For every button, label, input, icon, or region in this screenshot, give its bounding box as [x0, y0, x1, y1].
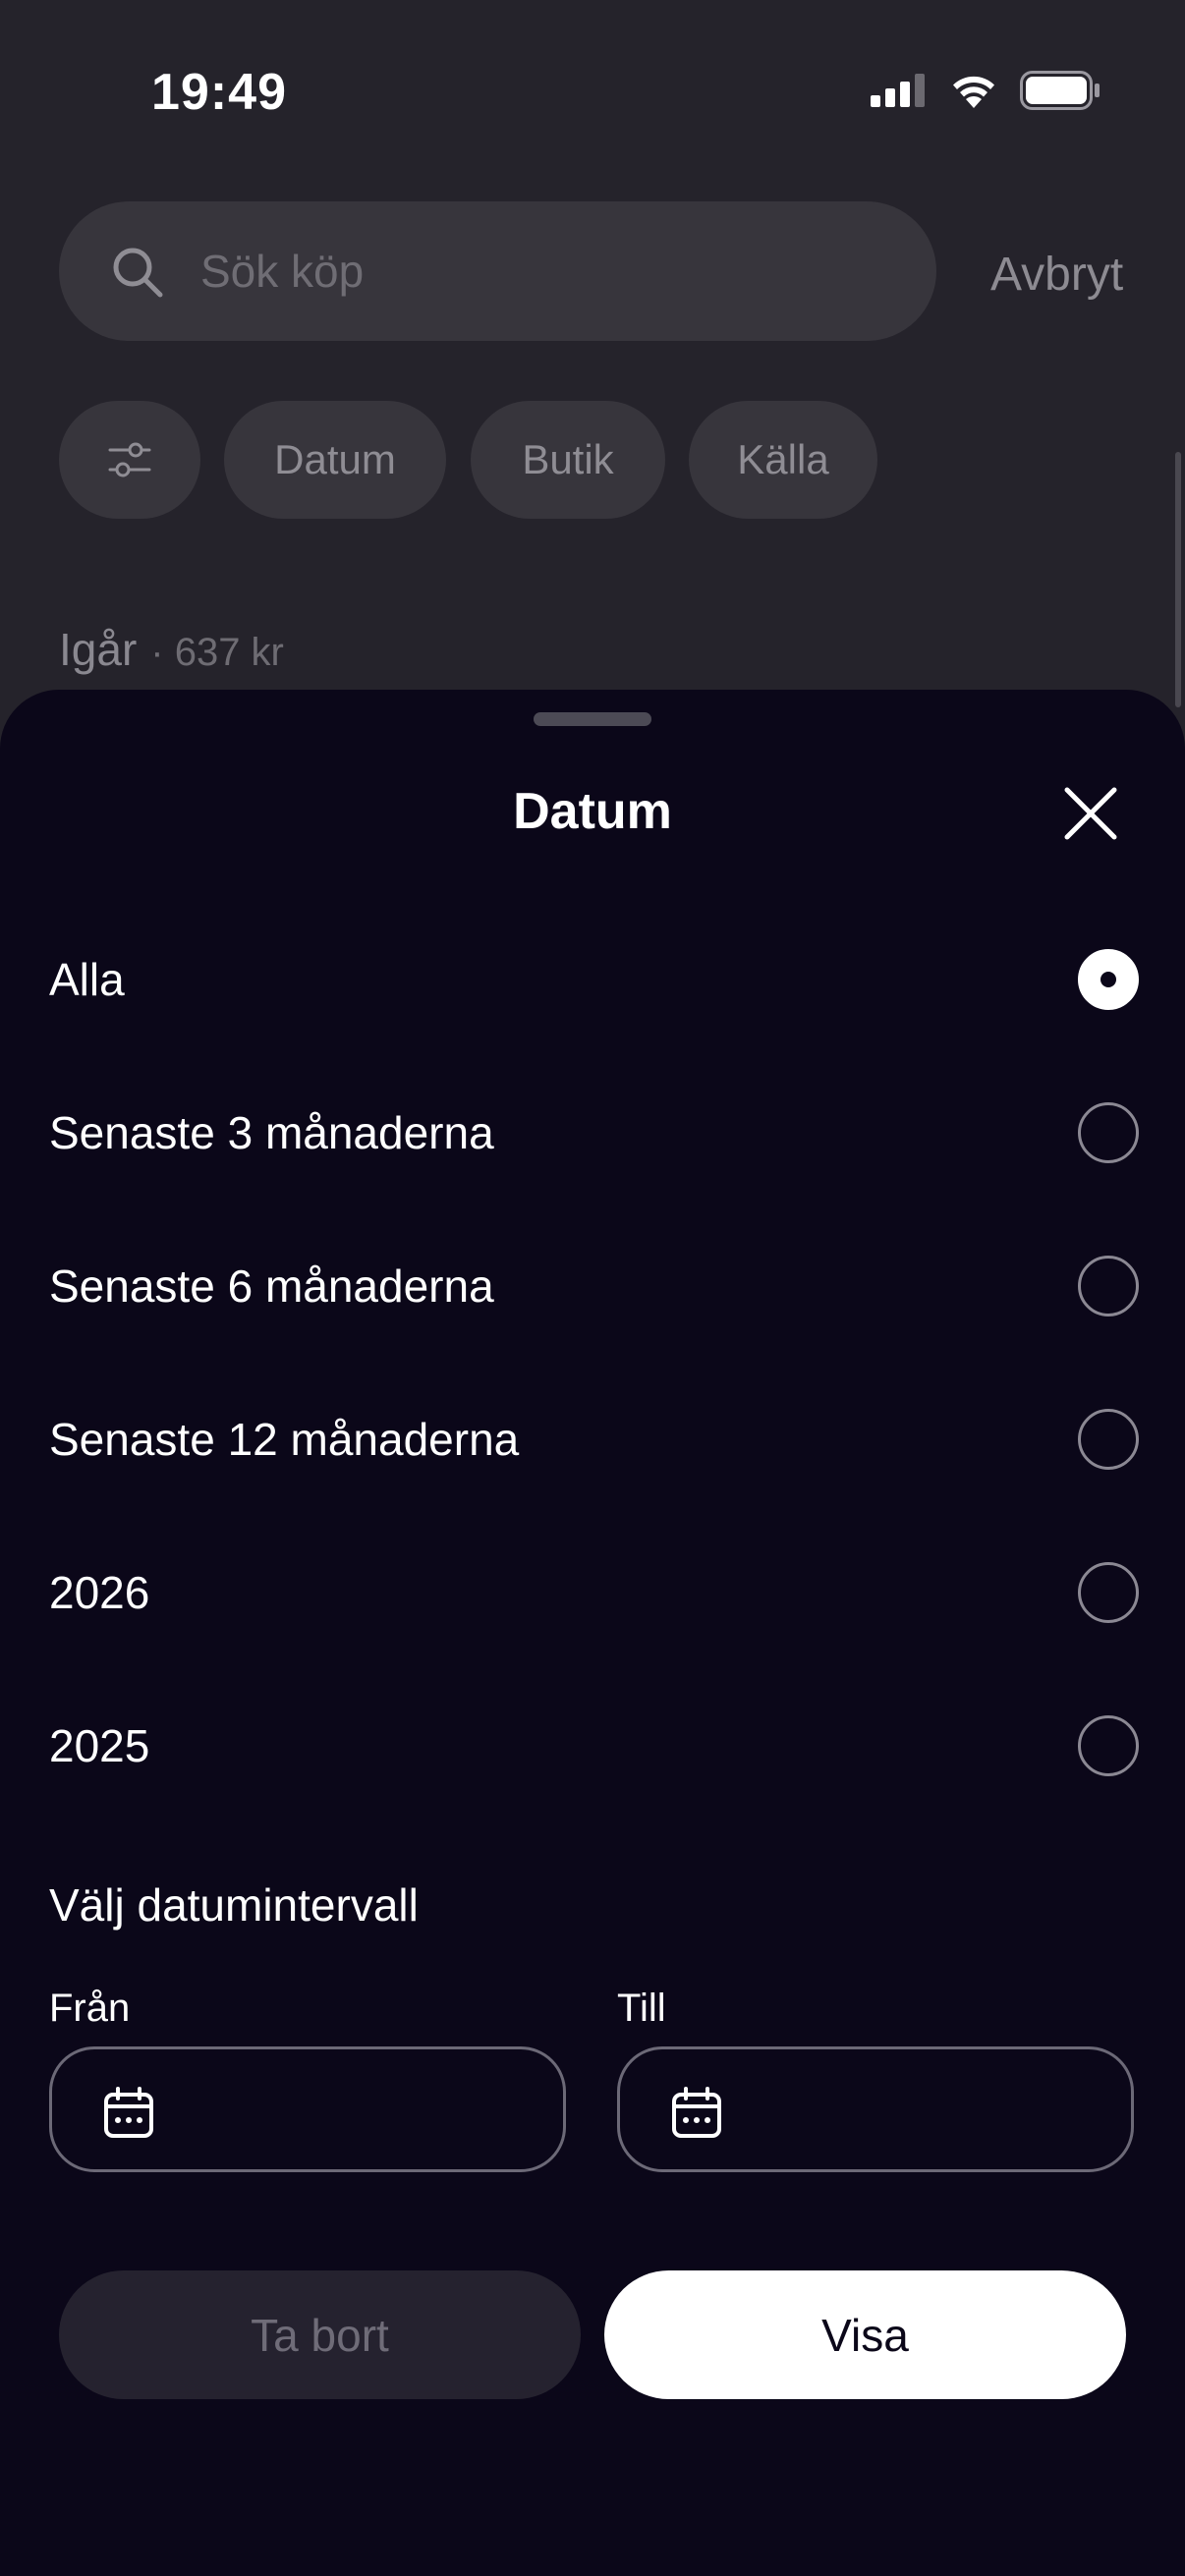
option-label: Senaste 3 månaderna	[49, 1107, 494, 1158]
option-label: Senaste 12 månaderna	[49, 1414, 520, 1465]
date-option-2026[interactable]: 2026	[0, 1516, 1185, 1669]
to-label: Till	[617, 1987, 666, 2030]
show-button[interactable]: Visa	[604, 2270, 1126, 2399]
remove-button[interactable]: Ta bort	[59, 2270, 581, 2399]
date-option-2025[interactable]: 2025	[0, 1669, 1185, 1822]
cellular-signal-icon	[871, 74, 925, 107]
chip-kalla[interactable]: Källa	[689, 401, 877, 519]
battery-icon	[1020, 71, 1100, 110]
date-option-3-months[interactable]: Senaste 3 månaderna	[0, 1056, 1185, 1209]
cancel-button[interactable]: Avbryt	[990, 248, 1123, 302]
wifi-icon	[953, 76, 994, 108]
sheet-grabber[interactable]	[534, 712, 651, 726]
radio-selected[interactable]	[1078, 949, 1139, 1010]
radio-unselected[interactable]	[1078, 1102, 1139, 1163]
section-amount: · 637 kr	[150, 631, 284, 674]
option-label: 2026	[49, 1567, 150, 1618]
radio-unselected[interactable]	[1078, 1409, 1139, 1470]
status-time: 19:49	[151, 64, 287, 121]
status-icons	[871, 71, 1100, 110]
search-input[interactable]: Sök köp	[59, 201, 936, 341]
radio-unselected[interactable]	[1078, 1562, 1139, 1623]
search-placeholder: Sök köp	[200, 246, 365, 297]
chip-butik[interactable]: Butik	[471, 401, 665, 519]
sheet-title: Datum	[513, 783, 672, 840]
from-label: Från	[49, 1987, 131, 2030]
date-option-12-months[interactable]: Senaste 12 månaderna	[0, 1363, 1185, 1516]
to-date-field[interactable]	[617, 2046, 1134, 2172]
filter-settings-button[interactable]	[59, 401, 200, 519]
calendar-icon	[672, 2087, 721, 2138]
from-date-field[interactable]	[49, 2046, 566, 2172]
option-label: 2025	[49, 1720, 150, 1771]
scroll-indicator	[1175, 452, 1181, 707]
radio-unselected[interactable]	[1078, 1256, 1139, 1316]
list-section-header: Igår · 637 kr	[59, 623, 284, 676]
option-label: Senaste 6 månaderna	[49, 1260, 494, 1312]
date-option-alla[interactable]: Alla	[0, 903, 1185, 1056]
chip-datum[interactable]: Datum	[224, 401, 446, 519]
sliders-icon	[108, 442, 151, 477]
date-option-6-months[interactable]: Senaste 6 månaderna	[0, 1209, 1185, 1363]
date-range-heading: Välj datumintervall	[49, 1879, 419, 1931]
radio-unselected[interactable]	[1078, 1715, 1139, 1776]
close-icon[interactable]	[1059, 782, 1122, 845]
option-label: Alla	[49, 954, 125, 1005]
section-label: Igår	[59, 624, 138, 675]
calendar-icon	[104, 2087, 153, 2138]
search-icon	[113, 248, 163, 298]
